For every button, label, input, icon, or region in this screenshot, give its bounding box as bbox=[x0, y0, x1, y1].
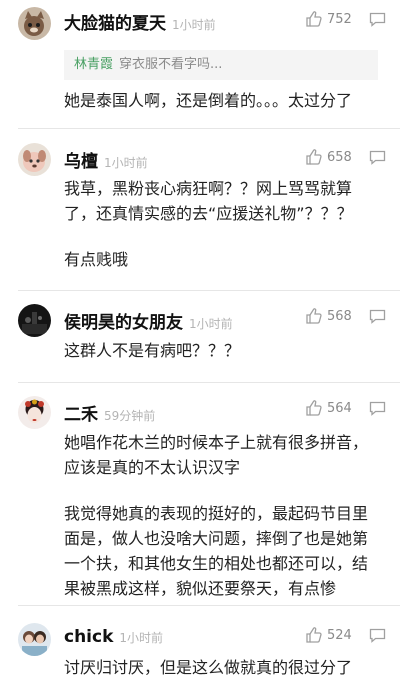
username[interactable]: chick bbox=[64, 627, 113, 647]
comment-paragraph: 讨厌归讨厌，但是这么做就真的很过分了 bbox=[64, 658, 353, 677]
comment-item: 乌檀 1小时前 658 我草，黑粉丧心病狂啊？？网上骂骂就算了，还真情实感的去“… bbox=[0, 128, 400, 290]
username[interactable]: 侯明昊的女朋友 bbox=[64, 308, 183, 333]
dark-scene-avatar-icon[interactable] bbox=[18, 304, 51, 337]
quoted-text: 穿衣服不看字吗... bbox=[119, 57, 223, 72]
comment-body: 讨厌归讨厌，但是这么做就真的很过分了 bbox=[64, 655, 378, 680]
like-count: 658 bbox=[327, 149, 352, 165]
comment-body: 她是泰国人啊，还是倒着的。。。太过分了 bbox=[64, 88, 378, 113]
like-count: 564 bbox=[327, 400, 352, 416]
thumbs-up-icon[interactable] bbox=[305, 148, 323, 166]
thumbs-up-icon[interactable] bbox=[305, 307, 323, 325]
reply-comment-icon[interactable] bbox=[369, 150, 386, 165]
reply-comment-icon[interactable] bbox=[369, 401, 386, 416]
username[interactable]: 大脸猫的夏天 bbox=[64, 9, 166, 34]
opera-mask-avatar-icon[interactable] bbox=[18, 396, 51, 429]
reply-comment-icon[interactable] bbox=[369, 12, 386, 27]
comment-item: 大脸猫的夏天 1小时前 752 林青霞 穿衣服不看字吗... 她是泰国人啊，还是倒… bbox=[0, 0, 400, 128]
comment-paragraph: 她唱作花木兰的时候本子上就有很多拼音，应该是真的不太认识汉字 bbox=[64, 433, 369, 477]
dog-avatar-icon[interactable] bbox=[18, 143, 51, 176]
comment-body: 她唱作花木兰的时候本子上就有很多拼音，应该是真的不太认识汉字 我觉得她真的表现的… bbox=[64, 430, 378, 601]
username[interactable]: 二禾 bbox=[64, 400, 98, 425]
comment-body: 我草，黑粉丧心病狂啊？？网上骂骂就算了，还真情实感的去“应援送礼物”？？？ 有点… bbox=[64, 176, 378, 272]
username[interactable]: 乌檀 bbox=[64, 147, 98, 172]
thumbs-up-icon[interactable] bbox=[305, 626, 323, 644]
comment-time: 59分钟前 bbox=[104, 409, 156, 423]
comment-time: 1小时前 bbox=[189, 317, 233, 331]
comment-body: 这群人不是有病吧？？？ bbox=[64, 338, 378, 363]
thumbs-up-icon[interactable] bbox=[305, 10, 323, 28]
cat-avatar-icon[interactable] bbox=[18, 7, 51, 40]
comment-paragraph: 有点贱哦 bbox=[64, 250, 129, 269]
reply-comment-icon[interactable] bbox=[369, 309, 386, 324]
comment-paragraph: 她是泰国人啊，还是倒着的。。。太过分了 bbox=[64, 91, 353, 110]
comment-item: chick 1小时前 524 讨厌归讨厌，但是这么做就真的很过分了 bbox=[0, 605, 400, 682]
comment-item: 侯明昊的女朋友 1小时前 568 这群人不是有病吧？？？ bbox=[0, 290, 400, 382]
quoted-user[interactable]: 林青霞 bbox=[74, 57, 113, 72]
thumbs-up-icon[interactable] bbox=[305, 399, 323, 417]
comment-paragraph: 我草，黑粉丧心病狂啊？？网上骂骂就算了，还真情实感的去“应援送礼物”？？？ bbox=[64, 179, 353, 223]
couple-photo-avatar-icon[interactable] bbox=[18, 623, 51, 656]
quoted-reply[interactable]: 林青霞 穿衣服不看字吗... bbox=[64, 50, 378, 80]
comment-time: 1小时前 bbox=[104, 156, 148, 170]
comment-list: 大脸猫的夏天 1小时前 752 林青霞 穿衣服不看字吗... 她是泰国人啊，还是倒… bbox=[0, 0, 400, 682]
comment-time: 1小时前 bbox=[172, 18, 216, 32]
comment-item: 二禾 59分钟前 564 她唱作花木兰的时候本子上就有很多拼音，应该是真的不太认… bbox=[0, 382, 400, 605]
like-count: 568 bbox=[327, 308, 352, 324]
like-count: 524 bbox=[327, 627, 352, 643]
comment-time: 1小时前 bbox=[119, 631, 164, 645]
reply-comment-icon[interactable] bbox=[369, 628, 386, 643]
comment-paragraph: 我觉得她真的表现的挺好的，最起码节目里面是，做人也没啥大问题，摔倒了也是她第一个… bbox=[64, 504, 369, 598]
comment-paragraph: 这群人不是有病吧？？？ bbox=[64, 341, 241, 360]
like-count: 752 bbox=[327, 11, 352, 27]
